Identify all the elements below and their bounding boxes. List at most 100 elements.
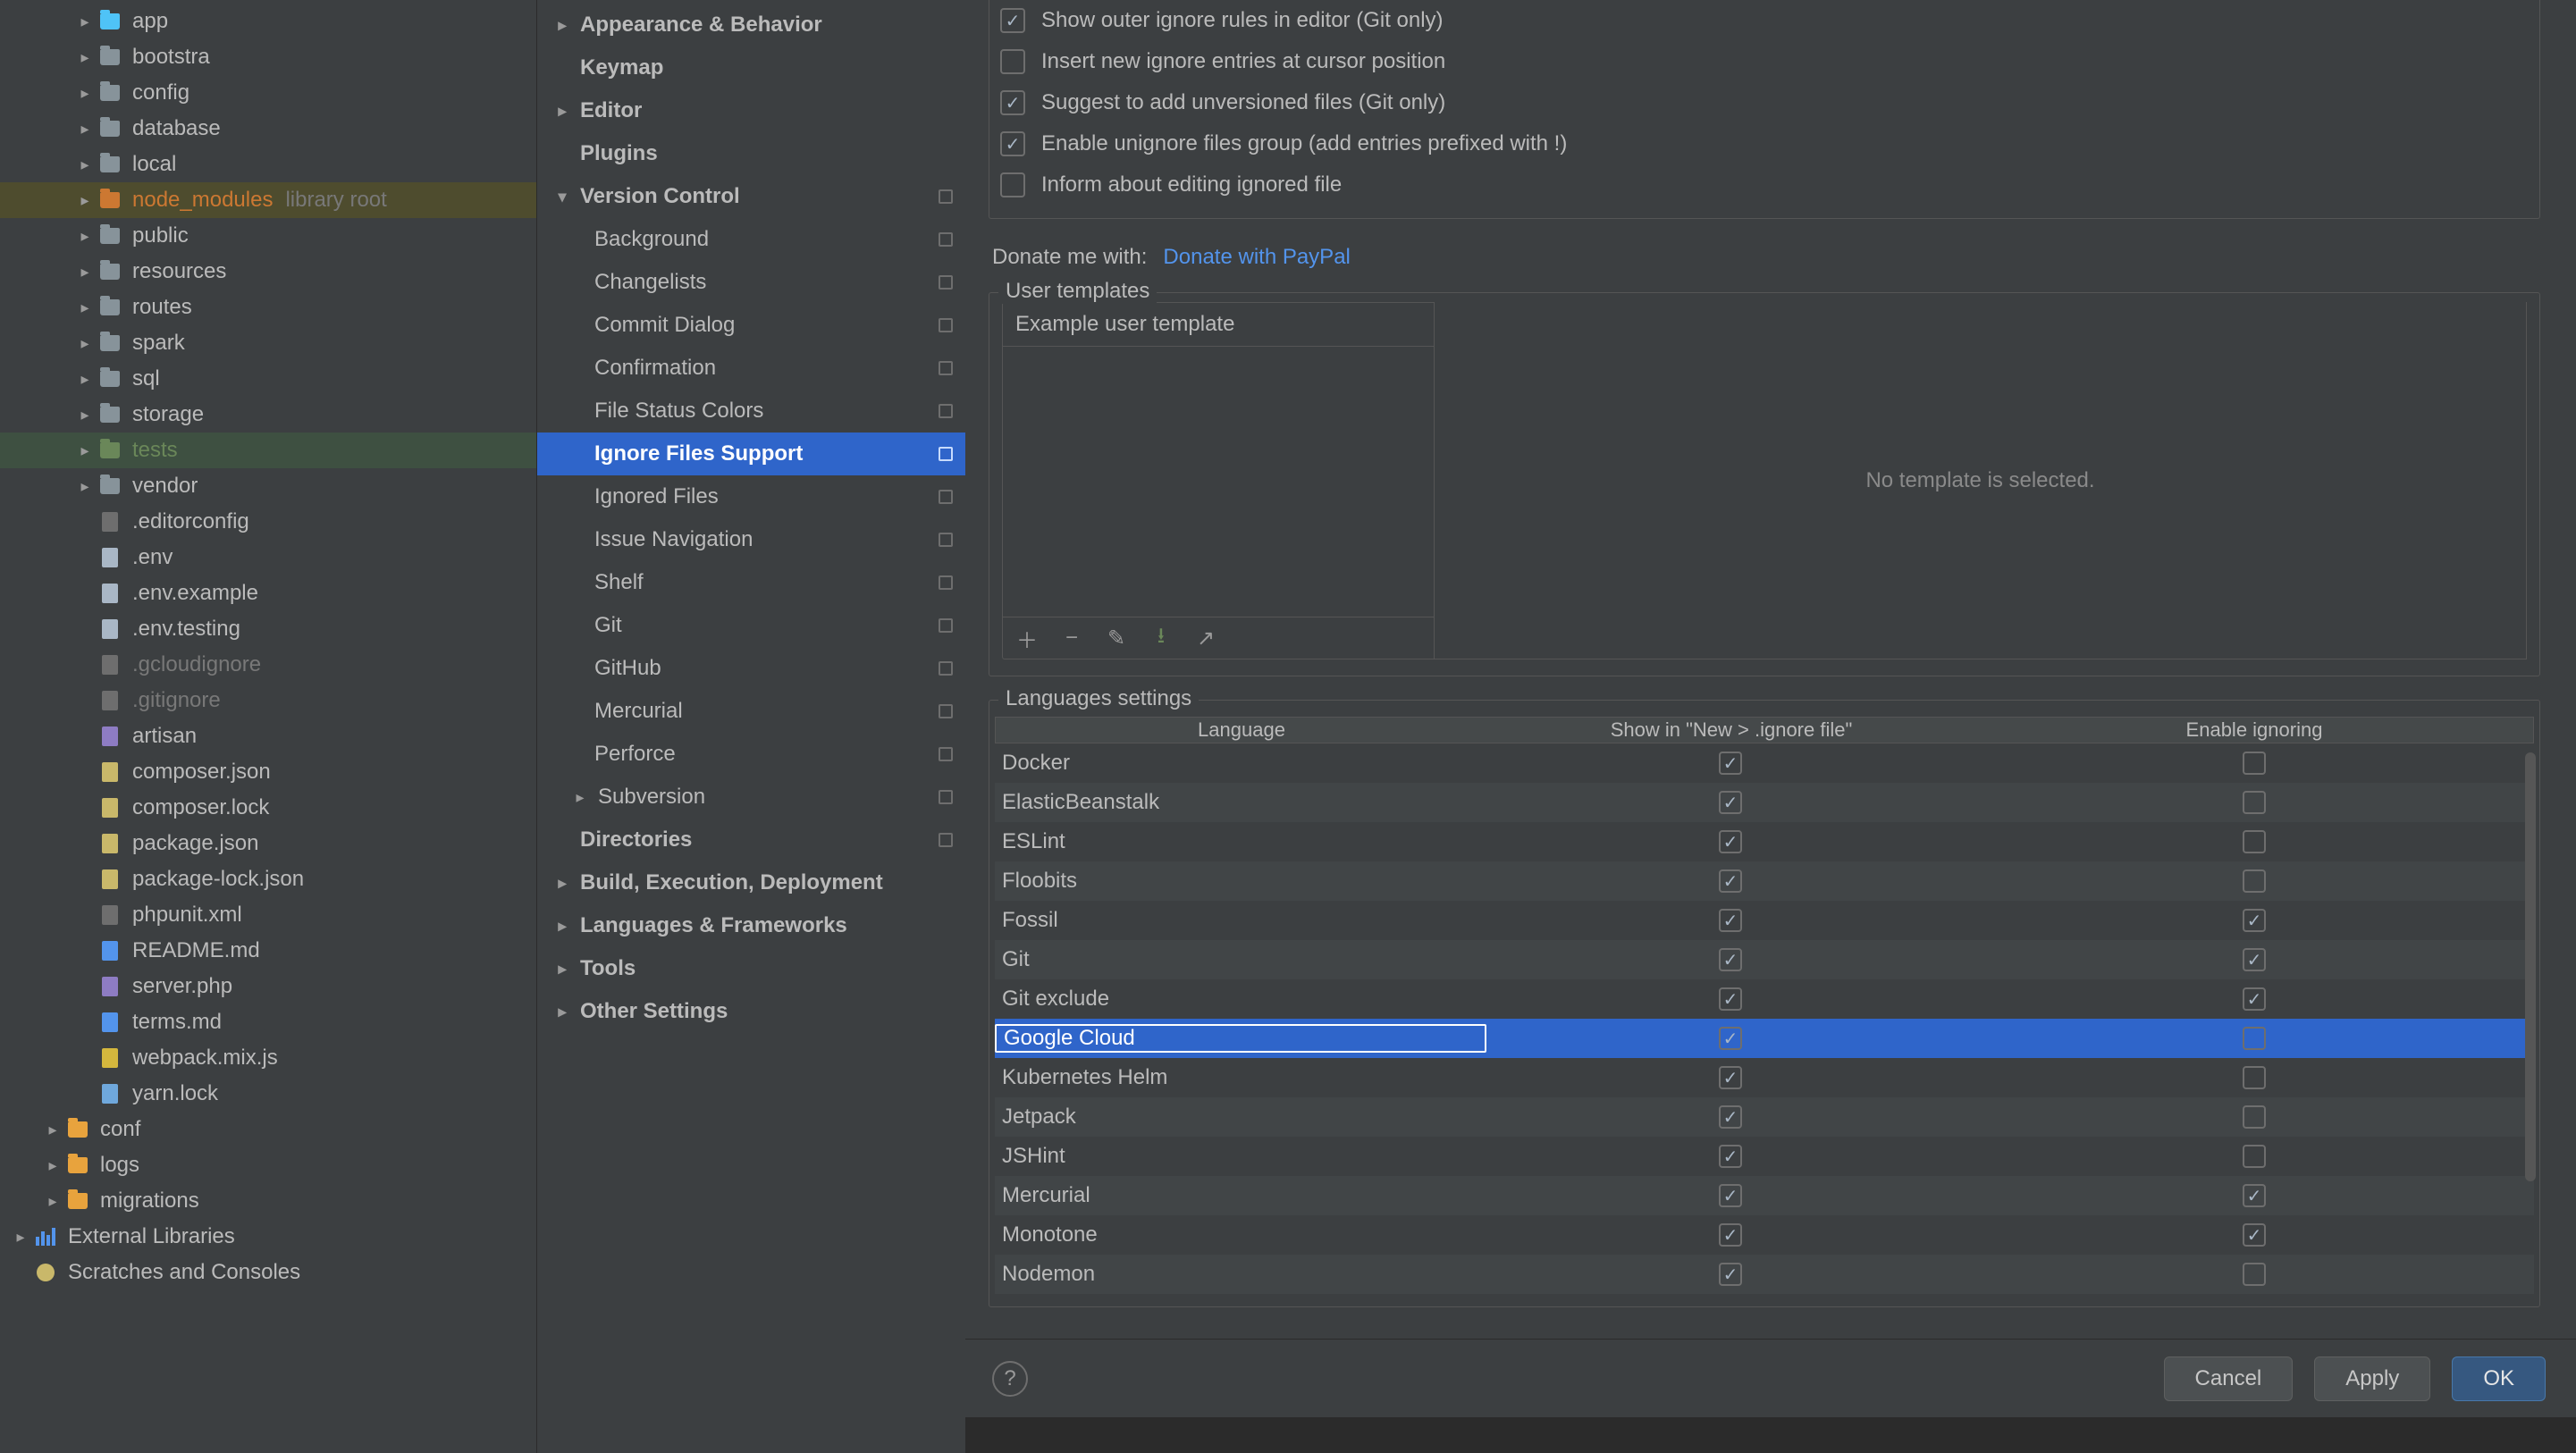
- edit-icon[interactable]: ✎: [1105, 626, 1128, 650]
- settings-category[interactable]: ▸Keymap: [537, 46, 965, 89]
- tree-item[interactable]: ▸Scratches and Consoles: [0, 1255, 536, 1290]
- tree-item[interactable]: ▸storage: [0, 397, 536, 433]
- settings-category[interactable]: ▸Subversion: [537, 776, 965, 819]
- donate-link[interactable]: Donate with PayPal: [1163, 245, 1350, 270]
- tree-item[interactable]: ▸phpunit.xml: [0, 897, 536, 933]
- enable-checkbox[interactable]: [2243, 909, 2266, 932]
- chevron-right-icon[interactable]: ▸: [41, 1156, 64, 1175]
- settings-category[interactable]: ▸Other Settings: [537, 990, 965, 1033]
- settings-category[interactable]: Ignored Files: [537, 475, 965, 518]
- settings-category[interactable]: Git: [537, 604, 965, 647]
- tree-item[interactable]: ▸spark: [0, 325, 536, 361]
- chevron-right-icon[interactable]: ▸: [41, 1121, 64, 1139]
- chevron-right-icon[interactable]: ▸: [551, 874, 573, 893]
- tree-item[interactable]: ▸.env.example: [0, 575, 536, 611]
- table-row[interactable]: ElasticBeanstalk: [995, 783, 2534, 822]
- tree-item[interactable]: ▸webpack.mix.js: [0, 1040, 536, 1076]
- ok-button[interactable]: OK: [2452, 1356, 2546, 1401]
- chevron-right-icon[interactable]: ▸: [73, 155, 97, 174]
- user-template-item[interactable]: Example user template: [1003, 302, 1434, 346]
- show-checkbox[interactable]: [1719, 1223, 1742, 1247]
- chevron-right-icon[interactable]: ▸: [73, 477, 97, 496]
- table-row[interactable]: JSHint: [995, 1137, 2534, 1176]
- chevron-down-icon[interactable]: ▾: [551, 188, 573, 206]
- show-checkbox[interactable]: [1719, 1145, 1742, 1168]
- settings-category[interactable]: Shelf: [537, 561, 965, 604]
- show-checkbox[interactable]: [1719, 830, 1742, 853]
- tree-item[interactable]: ▸app: [0, 4, 536, 39]
- table-scrollbar[interactable]: [2525, 752, 2536, 1181]
- chevron-right-icon[interactable]: ▸: [73, 334, 97, 353]
- tree-item[interactable]: ▸vendor: [0, 468, 536, 504]
- add-icon[interactable]: ＋: [1015, 626, 1039, 650]
- enable-checkbox[interactable]: [2243, 1105, 2266, 1129]
- tree-item[interactable]: ▸public: [0, 218, 536, 254]
- tree-item[interactable]: ▸composer.json: [0, 754, 536, 790]
- enable-checkbox[interactable]: [2243, 948, 2266, 971]
- show-checkbox[interactable]: [1719, 1027, 1742, 1050]
- show-checkbox[interactable]: [1719, 987, 1742, 1011]
- chevron-right-icon[interactable]: ▸: [73, 120, 97, 139]
- tree-item[interactable]: ▸package-lock.json: [0, 861, 536, 897]
- settings-checkbox-row[interactable]: Show outer ignore rules in editor (Git o…: [1000, 0, 2529, 41]
- enable-checkbox[interactable]: [2243, 1027, 2266, 1050]
- enable-checkbox[interactable]: [2243, 987, 2266, 1011]
- enable-checkbox[interactable]: [2243, 1263, 2266, 1286]
- settings-category[interactable]: ▸Plugins: [537, 132, 965, 175]
- table-row[interactable]: Mercurial: [995, 1176, 2534, 1215]
- settings-category[interactable]: Mercurial: [537, 690, 965, 733]
- tree-item[interactable]: ▸yarn.lock: [0, 1076, 536, 1112]
- settings-category[interactable]: File Status Colors: [537, 390, 965, 433]
- tree-item[interactable]: ▸sql: [0, 361, 536, 397]
- settings-category[interactable]: ▸Appearance & Behavior: [537, 4, 965, 46]
- enable-checkbox[interactable]: [2243, 1223, 2266, 1247]
- tree-item[interactable]: ▸package.json: [0, 826, 536, 861]
- tree-item[interactable]: ▸tests: [0, 433, 536, 468]
- chevron-right-icon[interactable]: ▸: [73, 13, 97, 31]
- show-checkbox[interactable]: [1719, 1105, 1742, 1129]
- show-checkbox[interactable]: [1719, 1184, 1742, 1207]
- import-icon[interactable]: ⭳: [1149, 626, 1173, 650]
- table-row[interactable]: ESLint: [995, 822, 2534, 861]
- tree-item[interactable]: ▸resources: [0, 254, 536, 290]
- settings-category[interactable]: ▾Version Control: [537, 175, 965, 218]
- chevron-right-icon[interactable]: ▸: [73, 84, 97, 103]
- settings-category[interactable]: Perforce: [537, 733, 965, 776]
- tree-item[interactable]: ▸routes: [0, 290, 536, 325]
- table-row[interactable]: Jetpack: [995, 1097, 2534, 1137]
- tree-item[interactable]: ▸terms.md: [0, 1004, 536, 1040]
- chevron-right-icon[interactable]: ▸: [551, 102, 573, 121]
- tree-item[interactable]: ▸composer.lock: [0, 790, 536, 826]
- tree-item[interactable]: ▸.gcloudignore: [0, 647, 536, 683]
- user-templates-list[interactable]: Example user template ＋ − ✎ ⭳ ↗: [1002, 302, 1435, 659]
- chevron-right-icon[interactable]: ▸: [551, 16, 573, 35]
- chevron-right-icon[interactable]: ▸: [73, 298, 97, 317]
- checkbox[interactable]: [1000, 90, 1025, 115]
- tree-item[interactable]: ▸logs: [0, 1147, 536, 1183]
- tree-item[interactable]: ▸conf: [0, 1112, 536, 1147]
- tree-item[interactable]: ▸README.md: [0, 933, 536, 969]
- settings-category[interactable]: Commit Dialog: [537, 304, 965, 347]
- chevron-right-icon[interactable]: ▸: [551, 917, 573, 936]
- tree-item[interactable]: ▸.env.testing: [0, 611, 536, 647]
- chevron-right-icon[interactable]: ▸: [73, 441, 97, 460]
- checkbox[interactable]: [1000, 49, 1025, 74]
- enable-checkbox[interactable]: [2243, 1066, 2266, 1089]
- show-checkbox[interactable]: [1719, 791, 1742, 814]
- settings-checkbox-row[interactable]: Suggest to add unversioned files (Git on…: [1000, 82, 2529, 123]
- languages-table[interactable]: DockerElasticBeanstalkESLintFloobitsFoss…: [995, 743, 2534, 1294]
- enable-checkbox[interactable]: [2243, 869, 2266, 893]
- show-checkbox[interactable]: [1719, 869, 1742, 893]
- show-checkbox[interactable]: [1719, 909, 1742, 932]
- chevron-right-icon[interactable]: ▸: [73, 227, 97, 246]
- tree-item[interactable]: ▸External Libraries: [0, 1219, 536, 1255]
- chevron-right-icon[interactable]: ▸: [551, 960, 573, 978]
- project-tree[interactable]: ▸app▸bootstra▸config▸database▸local▸node…: [0, 0, 536, 1453]
- chevron-right-icon[interactable]: ▸: [551, 1003, 573, 1021]
- show-checkbox[interactable]: [1719, 1066, 1742, 1089]
- settings-category[interactable]: Confirmation: [537, 347, 965, 390]
- enable-checkbox[interactable]: [2243, 1184, 2266, 1207]
- tree-item[interactable]: ▸.editorconfig: [0, 504, 536, 540]
- settings-category[interactable]: ▸Directories: [537, 819, 965, 861]
- chevron-right-icon[interactable]: ▸: [73, 370, 97, 389]
